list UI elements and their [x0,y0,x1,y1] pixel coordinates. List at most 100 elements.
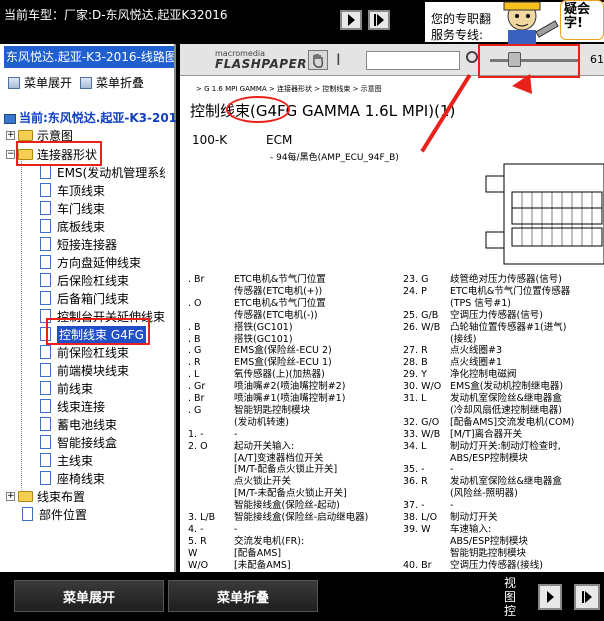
page-icon [40,417,51,431]
pin-description: ABS/ESP控制模块 [450,535,528,547]
menu-collapse-label: 菜单折叠 [96,76,145,90]
tree-leaf[interactable]: 蓄电池线束 [40,415,117,433]
tree-leaf[interactable]: 前保险杠线束 [40,343,129,361]
pin-description: [M/T-未配备点火锁止开关] [234,488,347,500]
pin-description: 搭铁(GC101) [234,321,293,333]
pin-description: EMS盒(保险丝-ECU 1) [234,357,332,369]
pin-description: 智能接线盒(保险丝-起动) [234,500,340,512]
pin-description: 净化控制电磁阀 [450,369,517,381]
tree-leaf-label: 座椅线束 [57,471,106,486]
menu-expand-label: 菜单展开 [24,76,73,90]
pin-code: 30. W/O [403,381,442,393]
pin-code: . Br [188,274,205,285]
tree-leaf[interactable]: 前端模块线束 [40,361,129,379]
tree-guide-line [21,150,22,490]
computer-icon [4,113,16,124]
pin-description: [M/T]离合器开关 [450,428,523,440]
view-control-label: 视图控 [504,576,517,618]
pin-description: 歧管绝对压力传感器(信号) [450,274,562,285]
tree-leaf[interactable]: 方向盘延伸线束 [40,253,141,271]
tree-leaf[interactable]: 线束连接 [40,397,105,415]
zoom-value[interactable]: 61 [590,53,604,66]
page-icon [40,165,51,179]
menu-collapse-button[interactable]: 菜单折叠 [80,74,144,91]
pin-code: 5. R [188,535,207,547]
pin-description: [配备AMS]交流发电机(COM) [450,416,575,428]
hand-tool-icon[interactable] [308,50,328,70]
page-icon [40,219,51,233]
tree-root[interactable]: 当前:东风悦达.起亚-K3-2016- [4,109,176,126]
page-icon [40,453,51,467]
tree-leaf[interactable]: 车顶线束 [40,181,105,199]
folder-icon [18,129,33,141]
menu-expand-button[interactable]: 菜单展开 [8,74,72,91]
tree-leaf[interactable]: 底板线束 [40,217,105,235]
pin-code: 26. W/B [403,321,441,333]
pin-code: W/O [188,559,209,571]
page-icon [40,183,51,197]
bottom-menu-collapse-button[interactable]: 菜单折叠 [168,580,318,612]
tree-leaf[interactable]: 座椅线束 [40,469,105,487]
pin-code: 36. R [403,476,428,488]
pin-description: EMS盒(发动机控制继电器) [450,381,564,393]
bar-icon [582,591,584,603]
pin-description: 空调压力传感器(信号) [450,309,543,321]
connector-diagram [485,163,604,265]
pin-description: ETC电机&节气门位置传感器 [450,285,571,297]
search-icon[interactable] [466,51,478,63]
pin-description: EMS盒(保险丝-ECU 2) [234,345,332,357]
play-icon [585,591,592,603]
pin-description: 空调压力传感器(接线) [450,559,543,571]
pin-description: 点火锁止开关 [234,476,292,488]
collapse-minus-icon[interactable]: − [6,149,15,159]
page-icon [40,291,51,305]
speech-bubble: 疑会 字! [560,0,604,40]
pin-description: 发动机室保险丝&继电器盒 [450,476,562,488]
expand-plus-icon[interactable]: + [6,130,15,140]
pin-code: 40. Br [403,559,432,571]
tree-leaf[interactable]: 车门线束 [40,199,105,217]
pin-description: (TPS 信号#1) [450,297,511,309]
pin-description: - [450,464,454,476]
tree-leaf-label: 前保险杠线束 [57,345,130,360]
view-next-button[interactable] [538,584,562,610]
pin-description: (接线) [450,333,477,345]
pin-description: 车速输入: [450,523,492,535]
pin-code: 32. G/O [403,416,440,428]
tree-folder-harness-layout[interactable]: + 线束布置 [6,487,85,505]
expand-icon [8,76,20,89]
pin-description: 起动开关输入: [234,440,295,452]
tree-leaf[interactable]: 短接连接器 [40,235,117,253]
tree-leaf-label: 前端模块线束 [57,363,130,378]
tree-leaf-label: 前线束 [57,381,94,396]
tree-leaf-component-location[interactable]: 部件位置 [22,505,87,523]
tree-leaf-label: 车顶线束 [57,183,106,198]
pin-code: . O [188,297,202,309]
view-last-button[interactable] [574,584,600,610]
nav-next-button[interactable] [340,10,362,30]
bottom-menu-expand-button[interactable]: 菜单展开 [14,580,164,612]
expand-plus-icon[interactable]: + [6,491,15,501]
page-icon [40,237,51,251]
pin-description: [M/T-配备点火锁止开关] [234,464,338,476]
pin-description: 凸轮轴位置传感器#1(进气) [450,321,567,333]
page-icon [40,471,51,485]
tree-leaf-label: 短接连接器 [57,237,118,252]
tree-leaf-label: 智能接线盒 [57,435,118,450]
pin-description: 制动灯开关 [450,512,498,523]
tree-leaf[interactable]: 后保险杠线束 [40,271,129,289]
current-car-label: 当前车型：厂家:D-东风悦达.起亚K32016 [4,8,228,22]
tree-leaf[interactable]: 主线束 [40,451,93,469]
search-input[interactable] [366,51,460,70]
nav-last-button[interactable] [368,10,390,30]
tree-leaf[interactable]: 前线束 [40,379,93,397]
text-cursor-icon[interactable]: I [336,50,341,69]
pin-description: - [234,428,238,440]
pin-description: (风险丝-照明器) [450,488,518,500]
pin-code: 38. L/O [403,512,438,523]
tree-leaf-label: 蓄电池线束 [57,417,118,432]
flashpaper-logo: FLASHPAPER [215,57,308,71]
tree-leaf-label: 部件位置 [39,507,88,522]
tree-leaf[interactable]: 智能接线盒 [40,433,117,451]
tree-leaf[interactable]: 后备箱门线束 [40,289,129,307]
